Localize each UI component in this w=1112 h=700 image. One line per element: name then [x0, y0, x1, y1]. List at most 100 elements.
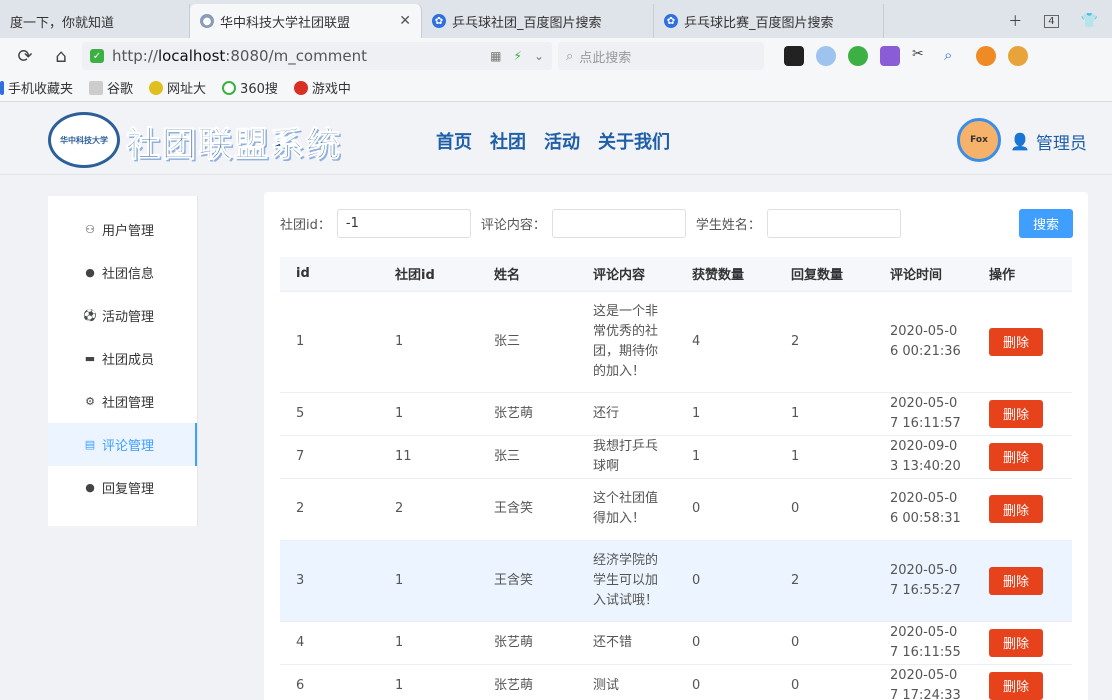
chevron-down-icon[interactable]: ⌄	[534, 49, 544, 63]
table-row[interactable]: 3 1 王含笑 经济学院的学生可以加入试试哦！ 0 2 2020-05-07 1…	[280, 540, 1072, 622]
nav-activities[interactable]: 活动	[544, 128, 580, 154]
folder-icon: ▬	[84, 352, 96, 365]
cell-id: 5	[280, 392, 379, 436]
delete-button[interactable]: 删除	[989, 671, 1043, 700]
scissors-icon[interactable]: ✂	[912, 46, 932, 66]
column-header[interactable]: 回复数量	[775, 257, 874, 292]
home-icon[interactable]: ⌂	[46, 42, 76, 70]
url-field[interactable]: ✓ http://localhost:8080/m_comment ▦ ⚡ ⌄	[82, 42, 552, 70]
table-row[interactable]: 2 2 王含笑 这个社团值得加入！ 0 0 2020-05-06 00:58:3…	[280, 478, 1072, 541]
qr-icon[interactable]: ▦	[490, 49, 501, 63]
cell-time-wrap: 2020-05-06 00:58:31	[874, 478, 973, 541]
column-header[interactable]: 评论内容	[577, 257, 676, 292]
site-title[interactable]: 社团联盟系统	[126, 117, 342, 166]
browser-tab-pingpong-club[interactable]: ✿ 乒乓球社团_百度图片搜索	[422, 4, 654, 38]
cell-content: 还不错	[593, 634, 633, 650]
extension-icon[interactable]	[816, 46, 836, 66]
user-menu[interactable]: 👤 管理员	[1010, 129, 1087, 154]
bookmark-item[interactable]: 360搜	[222, 78, 278, 97]
browser-tab-baidu[interactable]: 度一下，你就知道	[0, 4, 190, 38]
sidebar-item-label: 回复管理	[102, 482, 155, 497]
cell-club-id: 1	[379, 392, 478, 436]
cell-time: 2020-05-06 00:21:36	[890, 323, 961, 359]
sidebar-item-users[interactable]: ⚇ 用户管理	[48, 208, 197, 251]
table-row[interactable]: 5 1 张艺萌 还行 1 1 2020-05-07 16:11:57 删除	[280, 392, 1072, 436]
cell-actions: 删除	[973, 478, 1072, 541]
table-row[interactable]: 4 1 张艺萌 还不错 0 0 2020-05-07 16:11:55 删除	[280, 621, 1072, 665]
nav-home[interactable]: 首页	[436, 128, 472, 154]
sidebar-item-club-info[interactable]: ● 社团信息	[48, 251, 197, 294]
extension-icon[interactable]	[1008, 46, 1028, 66]
extension-icon[interactable]	[784, 46, 804, 66]
bookmark-item[interactable]: 谷歌	[89, 78, 133, 97]
sidebar-item-label: 评论管理	[102, 439, 155, 454]
cell-time: 2020-09-03 13:40:20	[890, 438, 961, 474]
cell-id: 6	[280, 664, 379, 700]
bookmark-item[interactable]: 手机收藏夹	[0, 78, 73, 97]
game-icon	[293, 80, 308, 95]
column-header[interactable]: 获赞数量	[676, 257, 775, 292]
university-emblem: 华中科技大学	[48, 112, 120, 168]
tab-label: 度一下，你就知道	[10, 15, 115, 31]
column-header[interactable]: 姓名	[478, 257, 577, 292]
cell-name: 王含笑	[478, 478, 577, 541]
close-icon[interactable]: ✕	[389, 13, 411, 29]
column-header[interactable]: 评论时间	[874, 257, 973, 292]
table-row[interactable]: 1 1 张三 这是一个非常优秀的社团，期待你的加入！ 4 2 2020-05-0…	[280, 291, 1072, 393]
table-row[interactable]: 7 11 张三 我想打乒乓球啊 1 1 2020-09-03 13:40:20 …	[280, 435, 1072, 479]
reload-icon[interactable]: ⟳	[10, 42, 40, 70]
bookmark-item[interactable]: 游戏中	[293, 78, 351, 97]
cell-id: 7	[280, 435, 379, 479]
sidebar-item-club-manage[interactable]: ⚙ 社团管理	[48, 380, 197, 423]
shirt-icon[interactable]: 👕	[1081, 13, 1098, 29]
baidu-paw-icon: ✿	[664, 14, 678, 28]
cell-time-wrap: 2020-05-07 16:11:57	[874, 392, 973, 436]
search-icon[interactable]: ⌕	[944, 46, 964, 66]
sidebar-item-comments[interactable]: ▤ 评论管理	[48, 423, 197, 466]
delete-button[interactable]: 删除	[989, 442, 1043, 471]
cell-replies: 0	[775, 664, 874, 700]
table-row[interactable]: 6 1 张艺萌 测试 0 0 2020-05-07 17:24:33 删除	[280, 664, 1072, 700]
cell-replies: 0	[775, 621, 874, 665]
browser-tab-club-alliance[interactable]: ● 华中科技大学社团联盟 ✕	[190, 4, 422, 38]
delete-button[interactable]: 删除	[989, 399, 1043, 428]
column-header[interactable]: id	[280, 257, 379, 292]
column-header[interactable]: 操作	[973, 257, 1072, 292]
lightning-icon[interactable]: ⚡	[514, 49, 522, 63]
browser-search[interactable]: ⌕ 点此搜索	[558, 42, 764, 70]
cell-replies: 1	[775, 392, 874, 436]
site-header: 华中科技大学 社团联盟系统 首页 社团 活动 关于我们 Fox 👤 管理员	[0, 103, 1112, 175]
browser-tab-pingpong-match[interactable]: ✿ 乒乓球比赛_百度图片搜索	[654, 4, 884, 38]
column-header[interactable]: 社团id	[379, 257, 478, 292]
tab-count-badge[interactable]: 4	[1044, 14, 1059, 28]
cell-actions: 删除	[973, 621, 1072, 665]
sidebar-item-replies[interactable]: ● 回复管理	[48, 466, 197, 509]
translate-icon[interactable]	[880, 46, 900, 66]
nav-about[interactable]: 关于我们	[598, 128, 670, 154]
content-input[interactable]	[551, 209, 686, 238]
cell-time-wrap: 2020-05-07 16:11:55	[874, 621, 973, 665]
cell-time-wrap: 2020-05-06 00:21:36	[874, 291, 973, 393]
student-name-input[interactable]	[766, 209, 901, 238]
game-icon[interactable]	[976, 46, 996, 66]
cell-content-wrap: 我想打乒乓球啊	[577, 435, 676, 479]
cell-time-wrap: 2020-05-07 16:55:27	[874, 540, 973, 622]
avatar[interactable]: Fox	[957, 118, 1001, 162]
cell-content-wrap: 还行	[577, 392, 676, 436]
delete-button[interactable]: 删除	[989, 327, 1043, 356]
sidebar-item-activities[interactable]: ⚽ 活动管理	[48, 294, 197, 337]
new-tab-icon[interactable]: ＋	[1008, 11, 1022, 31]
cell-likes: 0	[676, 478, 775, 541]
extension-icon[interactable]	[848, 46, 868, 66]
sidebar-item-members[interactable]: ▬ 社团成员	[48, 337, 197, 380]
nav-clubs[interactable]: 社团	[490, 128, 526, 154]
search-button[interactable]: 搜索	[1019, 209, 1073, 238]
delete-button[interactable]: 删除	[989, 495, 1043, 523]
cell-content: 这个社团值得加入！	[593, 491, 659, 526]
delete-button[interactable]: 删除	[989, 566, 1043, 595]
content-label: 评论内容：	[480, 218, 546, 233]
url-prefix: http://	[112, 47, 158, 65]
club-id-input[interactable]	[336, 209, 471, 238]
bookmark-item[interactable]: 网址大	[149, 78, 206, 97]
delete-button[interactable]: 删除	[989, 628, 1043, 657]
